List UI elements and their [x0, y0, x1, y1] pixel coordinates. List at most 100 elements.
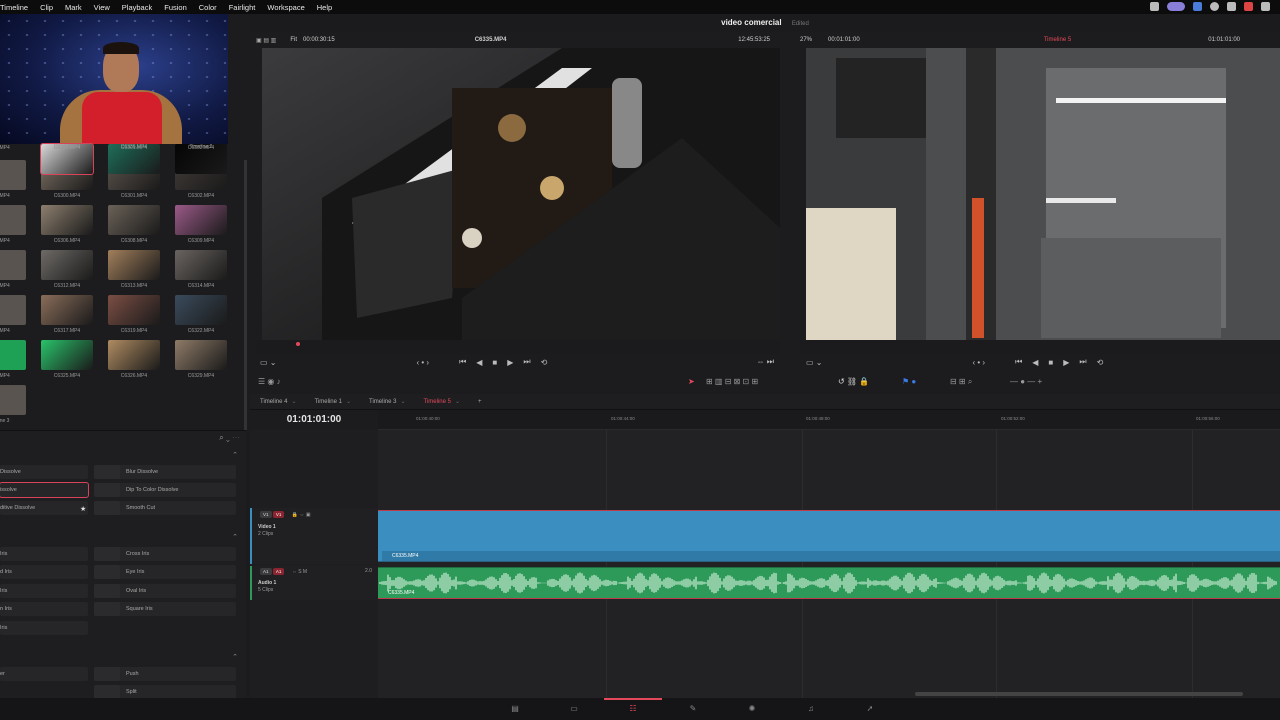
media-thumbnail[interactable] [175, 250, 227, 280]
jog-icon[interactable]: ‹ • › [416, 358, 429, 367]
transition-item[interactable]: Dissolve [0, 465, 88, 479]
media-thumbnail[interactable] [175, 340, 227, 370]
menu-mark[interactable]: Mark [59, 3, 88, 12]
transition-item[interactable]: issolve [0, 482, 89, 498]
media-thumbnail[interactable] [0, 160, 26, 190]
collapse-icon[interactable]: ⌃ [232, 653, 238, 661]
media-thumbnail[interactable] [108, 295, 160, 325]
transition-item[interactable]: d Iris [0, 565, 88, 579]
media-thumbnail[interactable] [0, 205, 26, 235]
app-icon[interactable] [1244, 2, 1253, 11]
zoom-icon[interactable]: ⊟ ⊞ ⌕ [950, 377, 972, 387]
zoom-slider[interactable]: — ● — + [1010, 377, 1042, 386]
source-scrubber[interactable] [256, 340, 780, 354]
search-icon[interactable]: ⌕ ⌄ ⋯ [219, 433, 240, 443]
transition-item[interactable]: n Iris [0, 602, 88, 616]
play-reverse-button[interactable]: ◀ [476, 358, 482, 367]
collapse-icon[interactable]: ⌃ [232, 533, 238, 541]
stop-button[interactable]: ■ [1048, 358, 1053, 367]
selection-tool-icon[interactable]: ➤ [688, 377, 695, 386]
video-clip[interactable]: C6335.MP4 [378, 510, 1280, 562]
zoom-select[interactable]: 27% [800, 37, 812, 43]
tab-menu-icon[interactable]: ⌄ [455, 399, 460, 405]
loop-button[interactable]: ⟲ [1097, 358, 1104, 367]
media-thumbnail[interactable] [41, 340, 93, 370]
skip-start-button[interactable]: ⏮ [1015, 357, 1022, 367]
menu-timeline[interactable]: Timeline [0, 3, 34, 12]
timeline-area[interactable] [378, 430, 1280, 698]
media-thumbnail[interactable] [108, 205, 160, 235]
timeline-ruler[interactable]: 01:00:40:00 01:00:44:00 01:00:48:00 01:00:5… [378, 410, 1280, 430]
grid-icon[interactable] [1193, 2, 1202, 11]
stop-button[interactable]: ■ [492, 358, 497, 367]
track-controls-icon[interactable]: ⇔ S M [292, 569, 307, 575]
deliver-page-icon[interactable]: ➚ [865, 704, 875, 714]
loop-button[interactable]: ⟲ [541, 358, 548, 367]
cast-icon[interactable] [1150, 2, 1159, 11]
add-timeline-tab-button[interactable]: + [468, 399, 490, 405]
play-button[interactable]: ▶ [1063, 358, 1069, 367]
media-thumbnail[interactable] [0, 250, 26, 280]
media-thumbnail[interactable] [41, 205, 93, 235]
skip-end-button[interactable]: ⏭ [523, 357, 530, 367]
flag-icon[interactable]: ⚑ ● [902, 377, 916, 386]
viewer-options-icon[interactable]: ▭ ⌄ [260, 358, 276, 367]
skip-start-button[interactable]: ⏮ [459, 357, 466, 367]
media-thumbnail[interactable] [0, 340, 26, 370]
menu-playback[interactable]: Playback [116, 3, 158, 12]
media-page-icon[interactable]: ▤ [510, 704, 520, 714]
media-thumbnail[interactable] [41, 295, 93, 325]
collapse-icon[interactable]: ⌃ [232, 451, 238, 459]
media-thumbnail[interactable] [108, 250, 160, 280]
fusion-page-icon[interactable]: ✎ [688, 704, 698, 714]
play-reverse-button[interactable]: ◀ [1032, 358, 1038, 367]
menu-view[interactable]: View [88, 3, 116, 12]
transition-item[interactable]: Iris [0, 547, 88, 561]
timeline-scrollbar[interactable] [915, 692, 1243, 696]
audio-track-name[interactable]: Audio 1 [258, 580, 276, 586]
fairlight-page-icon[interactable]: ♫ [806, 704, 816, 714]
timeline-tab[interactable]: Timeline 1 ⌄ [305, 398, 360, 405]
media-thumbnail[interactable] [0, 385, 26, 415]
match-frame-icon[interactable]: ⇔ ⏭ [757, 357, 774, 367]
favorite-star-icon[interactable]: ★ [80, 505, 86, 513]
layout-icon[interactable]: ▣ ▤ ▥ [256, 37, 276, 44]
menu-clip[interactable]: Clip [34, 3, 59, 12]
tab-menu-icon[interactable]: ⌄ [291, 399, 296, 405]
edit-page-icon[interactable]: ☷ [628, 704, 638, 714]
timeline-tab[interactable]: Timeline 5 ⌄ [414, 398, 469, 405]
skip-end-button[interactable]: ⏭ [1079, 357, 1086, 367]
tab-menu-icon[interactable]: ⌄ [346, 399, 351, 405]
jog-icon[interactable]: ‹ • › [972, 358, 985, 367]
viewer-options-icon[interactable]: ▭ ⌄ [806, 358, 822, 367]
media-thumbnail[interactable] [175, 205, 227, 235]
media-thumbnail[interactable] [41, 250, 93, 280]
track-destination[interactable]: V1 [272, 511, 285, 518]
media-scrollbar[interactable] [244, 160, 247, 430]
menu-workspace[interactable]: Workspace [261, 3, 310, 12]
timeline-tab[interactable]: Timeline 3 ⌄ [359, 398, 414, 405]
media-thumbnail[interactable] [0, 295, 26, 325]
globe-icon[interactable] [1210, 2, 1219, 11]
fit-select[interactable]: Fit [290, 37, 297, 43]
timeline-tab[interactable]: Timeline 4 ⌄ [250, 398, 305, 405]
transition-item[interactable]: Iris [0, 621, 88, 635]
track-target[interactable]: A1 [260, 568, 272, 575]
timeline-scrubber[interactable] [800, 340, 1280, 354]
timeline-viewer[interactable] [806, 48, 1280, 340]
tab-menu-icon[interactable]: ⌄ [400, 399, 405, 405]
account-icon[interactable] [1167, 2, 1185, 11]
snapping-icon[interactable]: ↺ ⛓ 🔒 [838, 377, 869, 386]
color-page-icon[interactable]: ✺ [747, 704, 757, 714]
menu-color[interactable]: Color [193, 3, 223, 12]
video-track-name[interactable]: Video 1 [258, 524, 276, 530]
transition-item[interactable]: ditive Dissolve [0, 501, 88, 515]
viewer-timeline-name[interactable]: Timeline 5 [1044, 37, 1071, 43]
settings-icon[interactable] [1261, 2, 1270, 11]
menu-fusion[interactable]: Fusion [158, 3, 193, 12]
source-viewer[interactable] [262, 48, 780, 340]
youtube-icon[interactable] [1227, 2, 1236, 11]
menu-fairlight[interactable]: Fairlight [223, 3, 262, 12]
media-thumbnail[interactable] [175, 295, 227, 325]
audio-clip[interactable]: C6335.MP4 [378, 567, 1280, 599]
